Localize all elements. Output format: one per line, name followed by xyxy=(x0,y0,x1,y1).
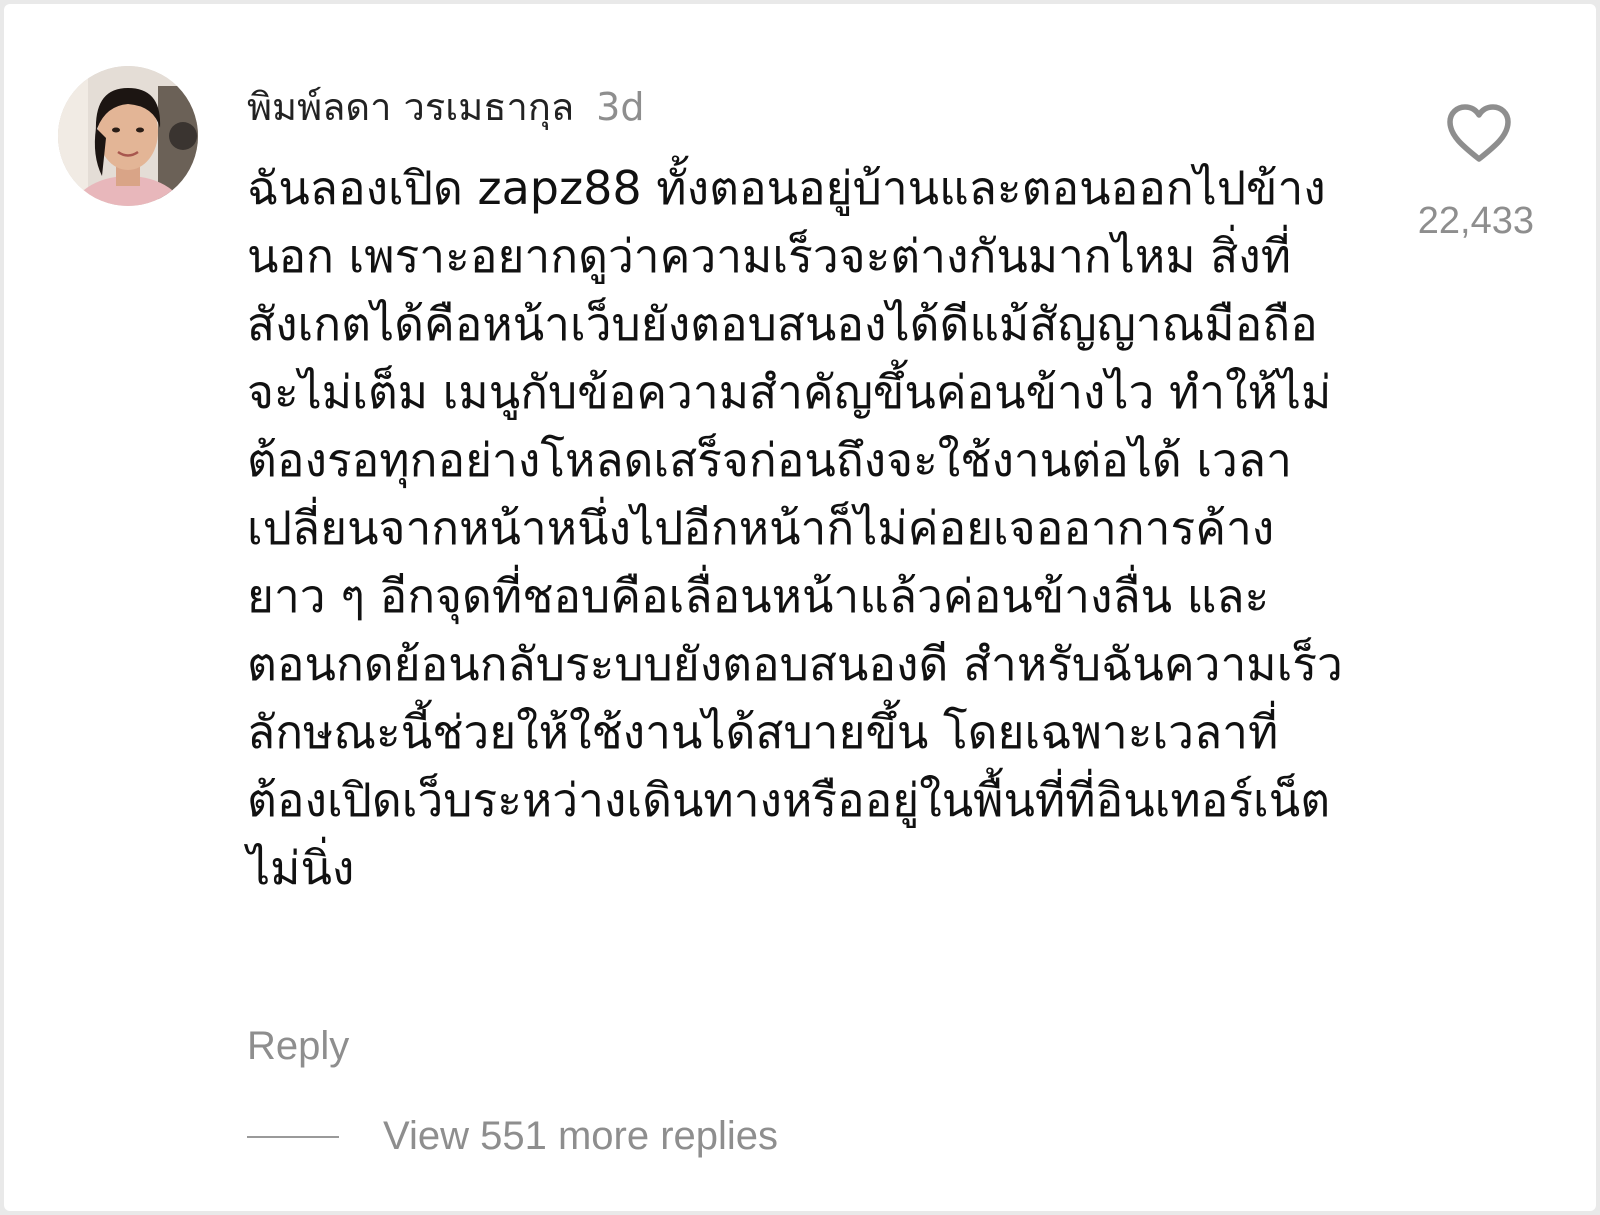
username[interactable]: พิมพ์ลดา วรเมธากุล xyxy=(247,76,574,137)
avatar[interactable] xyxy=(58,66,198,206)
heart-outline-icon xyxy=(1447,104,1511,162)
view-replies-label: View 551 more replies xyxy=(383,1114,779,1158)
comment-text: ฉันลองเปิด zapz88 ทั้งตอนอยู่บ้านและตอนอ… xyxy=(247,161,1343,895)
comment-card: พิมพ์ลดา วรเมธากุล 3d ฉันลองเปิด zapz88 … xyxy=(4,4,1596,1211)
view-replies-button[interactable]: View 551 more replies xyxy=(247,1114,778,1159)
reply-button[interactable]: Reply xyxy=(247,1024,349,1069)
comment-header: พิมพ์ลดา วรเมธากุล 3d xyxy=(247,76,645,129)
like-button[interactable] xyxy=(1444,102,1514,164)
divider-line xyxy=(247,1135,339,1138)
timestamp: 3d xyxy=(596,85,645,129)
like-count: 22,433 xyxy=(1417,200,1534,242)
avatar-photo xyxy=(58,66,198,206)
